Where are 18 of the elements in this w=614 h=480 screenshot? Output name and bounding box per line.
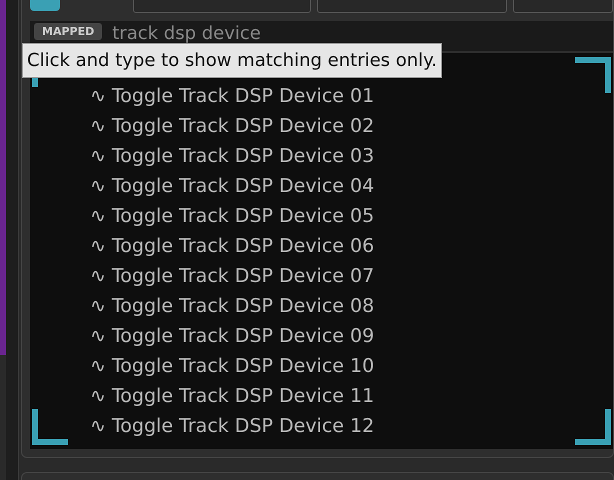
mapped-only-toggle[interactable]: MAPPED [34,23,102,40]
mapping-item[interactable]: ∿ Toggle Track DSP Device 01 [30,81,613,111]
mapping-item[interactable]: ∿ Toggle Track DSP Device 08 [30,291,613,321]
mapping-item[interactable]: ∿ Toggle Track DSP Device 07 [30,261,613,291]
mapping-item[interactable]: ∿ Toggle Track DSP Device 05 [30,201,613,231]
mapping-item[interactable]: ∿ Toggle Track DSP Device 09 [30,321,613,351]
corner-bracket-icon [32,409,68,445]
mapping-item[interactable]: ∿ Toggle Track DSP Device 06 [30,231,613,261]
mapping-item[interactable]: ∿ Toggle Track DSP Device 02 [30,111,613,141]
mapping-item[interactable]: ∿ Toggle Track DSP Device 11 [30,381,613,411]
tooltip: Click and type to show matching entries only. [22,43,442,78]
mapping-item[interactable]: ∿ Toggle Track DSP Device 04 [30,171,613,201]
mapping-item[interactable]: ∿ Toggle Track DSP Device 12 [30,411,613,441]
search-value: track dsp device [112,23,261,45]
mapping-item[interactable]: ∿ Toggle Track DSP Device 03 [30,141,613,171]
corner-bracket-icon [575,409,611,445]
corner-bracket-icon [575,57,611,93]
mapping-item[interactable]: ∿ Toggle Track DSP Device 10 [30,351,613,381]
